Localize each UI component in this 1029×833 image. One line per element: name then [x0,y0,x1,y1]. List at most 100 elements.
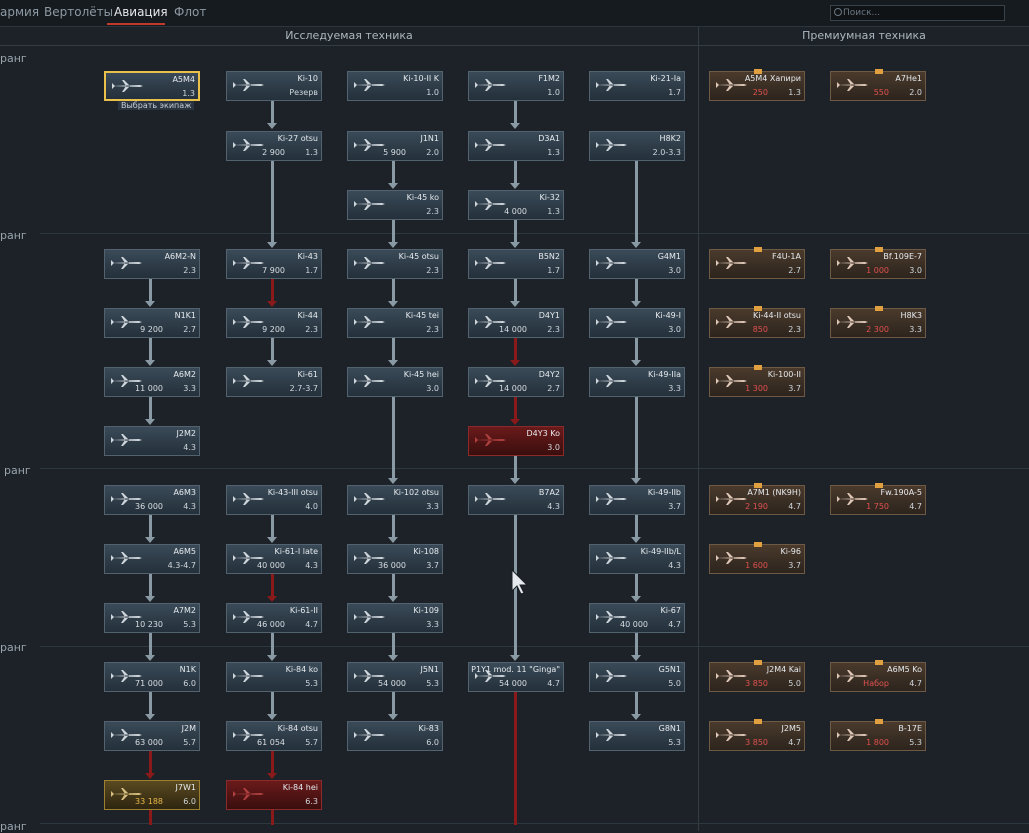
vehicle-card-d4y2[interactable]: D4Y2 2.7 14 000 [468,367,564,397]
plane-icon [233,79,264,91]
vehicle-card-ki109[interactable]: Ki-109 3.3 [347,603,443,633]
vehicle-card-ki45hei[interactable]: Ki-45 hei 3.0 [347,367,443,397]
tab-army[interactable]: армия [0,5,39,19]
vehicle-card-p_a6m5ko[interactable]: A6M5 Ko 4.7 Набор [830,660,926,692]
vehicle-card-g8n1[interactable]: G8N1 5.3 [589,721,685,751]
battle-rating: 1.3 [547,148,560,157]
tab-fleet[interactable]: Флот [174,5,206,19]
vehicle-card-ki49iib[interactable]: Ki-49-IIb 3.7 [589,485,685,515]
battle-rating: 4.3 [183,502,196,511]
vehicle-card-ki49iibl[interactable]: Ki-49-IIb/L 4.3 [589,544,685,574]
battle-rating: 4.7 [668,620,681,629]
vehicle-card-ki45ko[interactable]: Ki-45 ko 2.3 [347,190,443,220]
vehicle-name: Ki-21-Ia [650,74,681,83]
plane-icon [837,79,868,91]
vehicle-card-ki44[interactable]: Ki-44 2.3 9 200 [226,308,322,338]
vehicle-card-a5m4[interactable]: A5M4 1.3 [104,71,200,101]
tab-helicopters[interactable]: Вертолёты [44,5,113,19]
vehicle-name: Ki-84 ko [285,665,318,674]
vehicle-card-ki108[interactable]: Ki-108 3.7 36 000 [347,544,443,574]
vehicle-card-j1n1[interactable]: J1N1 2.0 5 900 [347,131,443,161]
vehicle-card-n1k[interactable]: N1K 6.0 71 000 [104,662,200,692]
vehicle-card-ki10[interactable]: Ki-10 Резерв [226,71,322,101]
battle-rating: 4.7 [788,502,801,511]
vehicle-card-p_a7m1[interactable]: A7M1 (NK9H) 4.7 2 190 [709,483,805,515]
tree-arrow-icon [631,360,641,366]
vehicle-card-p_bf109e7[interactable]: Bf.109E-7 3.0 1 000 [830,247,926,279]
vehicle-card-p1y1[interactable]: P1Y1 mod. 11 "Ginga" 4.7 54 000 [468,662,564,692]
vehicle-name: Ki-44 [297,311,318,320]
battle-rating: 5.0 [668,679,681,688]
vehicle-card-ki32[interactable]: Ki-32 1.3 4 000 [468,190,564,220]
vehicle-card-d3a1[interactable]: D3A1 1.3 [468,131,564,161]
plane-icon [596,670,627,682]
vehicle-card-ki27otsu[interactable]: Ki-27 otsu 1.3 2 900 [226,131,322,161]
vehicle-name: B5N2 [538,252,560,261]
battle-rating: 6.0 [183,797,196,806]
vehicle-name: G8N1 [658,724,681,733]
vehicle-card-a6m5[interactable]: A6M5 4.3-4.7 [104,544,200,574]
tree-link [271,515,274,538]
plane-icon [354,198,385,210]
vehicle-card-ki45tei[interactable]: Ki-45 tei 2.3 [347,308,443,338]
vehicle-card-ki83[interactable]: Ki-83 6.0 [347,721,443,751]
vehicle-card-g5n1[interactable]: G5N1 5.0 [589,662,685,692]
vehicle-card-g4m1[interactable]: G4M1 3.0 [589,249,685,279]
researched-section-header: Исследуемая техника [0,27,698,46]
vehicle-card-p_ki100ii[interactable]: Ki-100-II 3.7 1 300 [709,365,805,397]
vehicle-card-p_h8k3[interactable]: H8K3 3.3 2 300 [830,306,926,338]
vehicle-card-ki102otsu[interactable]: Ki-102 otsu 3.3 [347,485,443,515]
battle-rating: 2.7 [547,384,560,393]
tree-link [149,633,152,656]
vehicle-card-j7w1[interactable]: J7W1 6.0 33 188 [104,780,200,810]
vehicle-card-n1k1[interactable]: N1K1 2.7 9 200 [104,308,200,338]
vehicle-card-j2m2[interactable]: J2M2 4.3 [104,426,200,456]
vehicle-card-h8k2[interactable]: H8K2 2.0-3.3 [589,131,685,161]
vehicle-card-d4y1[interactable]: D4Y1 2.3 14 000 [468,308,564,338]
vehicle-card-f1m2[interactable]: F1M2 1.0 [468,71,564,101]
vehicle-card-j2m[interactable]: J2M 5.7 63 000 [104,721,200,751]
tree-link [271,101,274,124]
tab-aviation[interactable]: Авиация [114,5,168,19]
vehicle-card-p_ki44iiotsu[interactable]: Ki-44-II otsu 2.3 850 [709,306,805,338]
vehicle-card-p_fw190a5[interactable]: Fw.190A-5 4.7 1 750 [830,483,926,515]
battle-rating: 3.3 [426,502,439,511]
vehicle-card-b5n2[interactable]: B5N2 1.7 [468,249,564,279]
vehicle-card-ki10iik[interactable]: Ki-10-II K 1.0 [347,71,443,101]
vehicle-card-ki84otsu[interactable]: Ki-84 otsu 5.7 61 054 [226,721,322,751]
vehicle-card-ki21ia[interactable]: Ki-21-Ia 1.7 [589,71,685,101]
vehicle-card-b7a2[interactable]: B7A2 4.3 [468,485,564,515]
vehicle-card-a6m3[interactable]: A6M3 4.3 36 000 [104,485,200,515]
vehicle-card-p_ki96[interactable]: Ki-96 3.7 1 600 [709,542,805,574]
vehicle-card-ki61[interactable]: Ki-61 2.7-3.7 [226,367,322,397]
vehicle-name: Ki-84 otsu [277,724,318,733]
vehicle-card-p_b17e[interactable]: B-17E 5.3 1 800 [830,719,926,751]
vehicle-card-j5n1[interactable]: J5N1 5.3 54 000 [347,662,443,692]
premium-crown-icon [754,719,762,724]
vehicle-card-a6m2[interactable]: A6M2 3.3 11 000 [104,367,200,397]
premium-crown-icon [875,483,883,488]
vehicle-name: Ki-32 [539,193,560,202]
vehicle-card-a7m2[interactable]: A7M2 5.3 10 230 [104,603,200,633]
vehicle-card-ki61ilate[interactable]: Ki-61-I late 4.3 40 000 [226,544,322,574]
vehicle-card-ki43[interactable]: Ki-43 1.7 7 900 [226,249,322,279]
vehicle-card-ki43iiiotsu[interactable]: Ki-43-III otsu 4.0 [226,485,322,515]
vehicle-card-d4y3ko[interactable]: D4Y3 Ko 3.0 [468,426,564,456]
vehicle-card-ki84ko[interactable]: Ki-84 ko 5.3 [226,662,322,692]
vehicle-card-ki45otsu[interactable]: Ki-45 otsu 2.3 [347,249,443,279]
search-input[interactable]: Поиск... [830,5,1005,21]
vehicle-card-p_a7he1[interactable]: A7He1 2.0 550 [830,69,926,101]
vehicle-card-ki61ii[interactable]: Ki-61-II 4.7 46 000 [226,603,322,633]
golden-eagle-price: 850 [752,325,768,334]
vehicle-card-p_j2m4kai[interactable]: J2M4 Kai 5.0 3 850 [709,660,805,692]
vehicle-card-a6m2n[interactable]: A6M2-N 2.3 [104,249,200,279]
tree-link [514,279,517,302]
plane-icon [475,198,506,210]
vehicle-card-ki49i[interactable]: Ki-49-I 3.0 [589,308,685,338]
vehicle-card-ki84hei[interactable]: Ki-84 hei 6.3 [226,780,322,810]
vehicle-card-p_f4u1a[interactable]: F4U-1A 2.7 [709,247,805,279]
vehicle-card-ki67[interactable]: Ki-67 4.7 40 000 [589,603,685,633]
vehicle-card-p_j2m5[interactable]: J2M5 4.7 3 850 [709,719,805,751]
vehicle-card-p_a5m4[interactable]: A5M4 Хапири 1.3 250 [709,69,805,101]
vehicle-card-ki49iia[interactable]: Ki-49-IIa 3.3 [589,367,685,397]
